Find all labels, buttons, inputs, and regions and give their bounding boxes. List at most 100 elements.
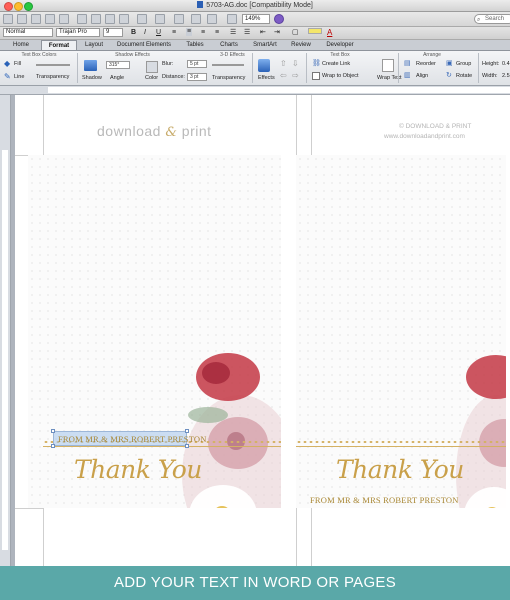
- 3d-effects-icon[interactable]: [258, 59, 270, 72]
- resize-handle[interactable]: [51, 429, 55, 433]
- undo-icon[interactable]: [137, 14, 147, 24]
- cut-icon[interactable]: [77, 14, 87, 24]
- increase-indent-icon[interactable]: ⇥: [274, 29, 280, 37]
- style-select[interactable]: Normal: [3, 28, 53, 37]
- tab-layout[interactable]: Layout: [80, 40, 108, 50]
- decorative-line: [43, 446, 281, 447]
- wrap-to-object-checkbox[interactable]: [312, 72, 320, 80]
- underline-icon[interactable]: U: [156, 29, 161, 37]
- from-names-text[interactable]: FROM MR & MRS ROBERT PRESTON: [310, 495, 459, 505]
- borders-icon[interactable]: ▢: [292, 29, 299, 37]
- font-select[interactable]: Trajan Pro: [56, 28, 100, 37]
- align-center-icon[interactable]: ≡: [186, 28, 193, 36]
- print-icon[interactable]: [59, 14, 69, 24]
- format-painter-icon[interactable]: [119, 14, 129, 24]
- window-title: 5703-AG.doc [Compatibility Mode]: [0, 1, 510, 9]
- zoom-select[interactable]: 149%: [242, 14, 270, 24]
- resize-handle[interactable]: [185, 429, 189, 433]
- crop-mark: [43, 508, 44, 566]
- wrap-text-icon[interactable]: [382, 59, 394, 72]
- align-right-icon[interactable]: ≡: [201, 29, 205, 37]
- tab-format[interactable]: Format: [41, 40, 77, 50]
- tilt-left-icon[interactable]: ⇦: [280, 72, 287, 80]
- logo-ampersand: &: [165, 125, 178, 140]
- align-left-icon[interactable]: ≡: [172, 29, 176, 37]
- highlight-icon[interactable]: [308, 28, 322, 34]
- justify-icon[interactable]: ≡: [215, 29, 219, 37]
- tab-document-elements[interactable]: Document Elements: [112, 40, 176, 50]
- line-icon[interactable]: ✎: [4, 73, 11, 81]
- thank-you-card-right[interactable]: Thank You FROM MR & MRS ROBERT PRESTON: [296, 155, 506, 508]
- tab-smartart[interactable]: SmartArt: [247, 40, 283, 50]
- media-browser-icon[interactable]: [227, 14, 237, 24]
- bold-icon[interactable]: B: [131, 29, 136, 37]
- paste-icon[interactable]: [105, 14, 115, 24]
- resize-handle[interactable]: [185, 444, 189, 448]
- angle-field[interactable]: 315°: [106, 61, 130, 69]
- angle-value: 315°: [109, 62, 120, 68]
- tab-home[interactable]: Home: [4, 40, 38, 50]
- open-icon[interactable]: [31, 14, 41, 24]
- distance-field[interactable]: 3 pt: [187, 73, 207, 81]
- create-link-icon[interactable]: ⛓: [312, 60, 321, 68]
- tab-document-elements-label: Document Elements: [116, 42, 172, 48]
- height-value[interactable]: 0.4: [502, 61, 510, 67]
- help-icon[interactable]: [274, 14, 284, 24]
- document-area[interactable]: download & print © DOWNLOAD & PRINT www.…: [0, 95, 510, 566]
- transparency-slider[interactable]: [36, 64, 70, 66]
- group-icon[interactable]: ▣: [446, 60, 453, 68]
- copy-icon[interactable]: [91, 14, 101, 24]
- angle-label: Angle: [110, 75, 125, 81]
- separator: [252, 53, 253, 83]
- shadow-transparency-slider[interactable]: [212, 64, 244, 66]
- logo-text-left: download: [97, 123, 161, 139]
- save-icon[interactable]: [45, 14, 55, 24]
- blur-field[interactable]: 5 pt: [187, 60, 207, 68]
- group-button[interactable]: Group: [456, 61, 471, 67]
- reorder-button[interactable]: Reorder: [416, 61, 436, 67]
- tab-developer-label: Developer: [326, 42, 354, 48]
- rotate-icon[interactable]: ↻: [446, 72, 452, 80]
- tilt-down-icon[interactable]: ⇩: [292, 60, 299, 68]
- numbering-icon[interactable]: ☰: [244, 29, 250, 37]
- tab-review-label: Review: [291, 42, 311, 48]
- font-color-icon[interactable]: A: [327, 29, 332, 37]
- align-button[interactable]: Align: [416, 73, 428, 79]
- shadow-icon[interactable]: [84, 60, 97, 71]
- sidebar-icon[interactable]: [191, 14, 201, 24]
- horizontal-ruler[interactable]: [0, 86, 510, 95]
- search-input[interactable]: ⌕ Search: [474, 14, 510, 24]
- distance-label: Distance:: [162, 74, 185, 80]
- rotate-button[interactable]: Rotate: [456, 73, 472, 79]
- create-link-button[interactable]: Create Link: [322, 61, 350, 67]
- tab-developer[interactable]: Developer: [320, 40, 360, 50]
- tilt-up-icon[interactable]: ⇧: [280, 60, 287, 68]
- line-label: Line: [14, 74, 25, 80]
- from-names-text[interactable]: FROM MR & MRS ROBERT PRESTON: [58, 434, 207, 444]
- crop-mark: [296, 95, 297, 155]
- bullets-icon[interactable]: ☰: [230, 29, 236, 37]
- selected-text-box[interactable]: FROM MR & MRS ROBERT PRESTON: [51, 429, 206, 448]
- fill-icon[interactable]: ◆: [4, 60, 10, 68]
- italic-icon[interactable]: I: [144, 29, 146, 37]
- new-document-icon[interactable]: [3, 14, 13, 24]
- align-objects-icon[interactable]: ▥: [404, 72, 411, 80]
- tab-tables[interactable]: Tables: [180, 40, 210, 50]
- group-label-arrange: Arrange: [423, 52, 441, 58]
- reorder-icon[interactable]: ▤: [404, 60, 411, 68]
- decrease-indent-icon[interactable]: ⇤: [260, 29, 266, 37]
- shadow-color-icon[interactable]: [146, 61, 158, 73]
- tilt-right-icon[interactable]: ⇨: [292, 72, 299, 80]
- resize-handle[interactable]: [51, 444, 55, 448]
- templates-icon[interactable]: [17, 14, 27, 24]
- redo-icon[interactable]: [155, 14, 165, 24]
- show-formatting-icon[interactable]: [174, 14, 184, 24]
- vertical-ruler[interactable]: [0, 95, 11, 566]
- tab-charts[interactable]: Charts: [214, 40, 244, 50]
- thank-you-card-left[interactable]: Thank You: [28, 155, 281, 508]
- width-value[interactable]: 2.5: [502, 73, 510, 79]
- tab-review[interactable]: Review: [286, 40, 316, 50]
- toolbox-icon[interactable]: [207, 14, 217, 24]
- font-size-select[interactable]: 9: [103, 28, 123, 37]
- website-text: www.downloadandprint.com: [384, 133, 465, 140]
